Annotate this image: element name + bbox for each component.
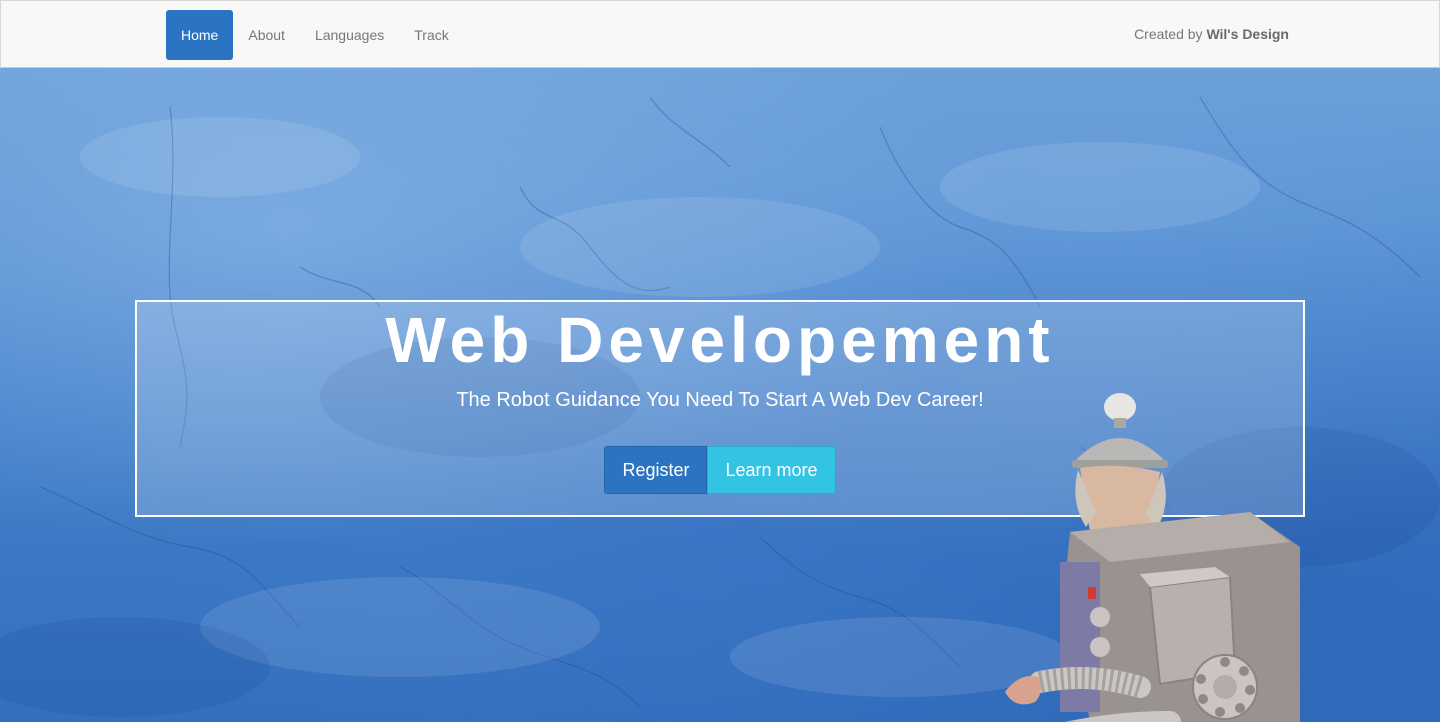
nav-menu: Home About Languages Track <box>166 10 464 60</box>
hero-title: Web Developement <box>385 304 1055 376</box>
hero-section: Web Developement The Robot Guidance You … <box>0 67 1440 722</box>
navbar: Home About Languages Track Created by Wi… <box>0 0 1440 68</box>
credit-text: Created by Wil's Design <box>1134 26 1289 42</box>
robot-costume-icon <box>1005 393 1300 722</box>
nav-item-about[interactable]: About <box>233 10 300 60</box>
nav-item-track[interactable]: Track <box>399 10 463 60</box>
credit-prefix: Created by <box>1134 26 1203 42</box>
credit-name[interactable]: Wil's Design <box>1206 26 1289 42</box>
register-button[interactable]: Register <box>604 446 708 494</box>
nav-item-home[interactable]: Home <box>166 10 234 60</box>
nav-item-languages[interactable]: Languages <box>300 10 399 60</box>
learn-more-button[interactable]: Learn more <box>707 446 836 494</box>
